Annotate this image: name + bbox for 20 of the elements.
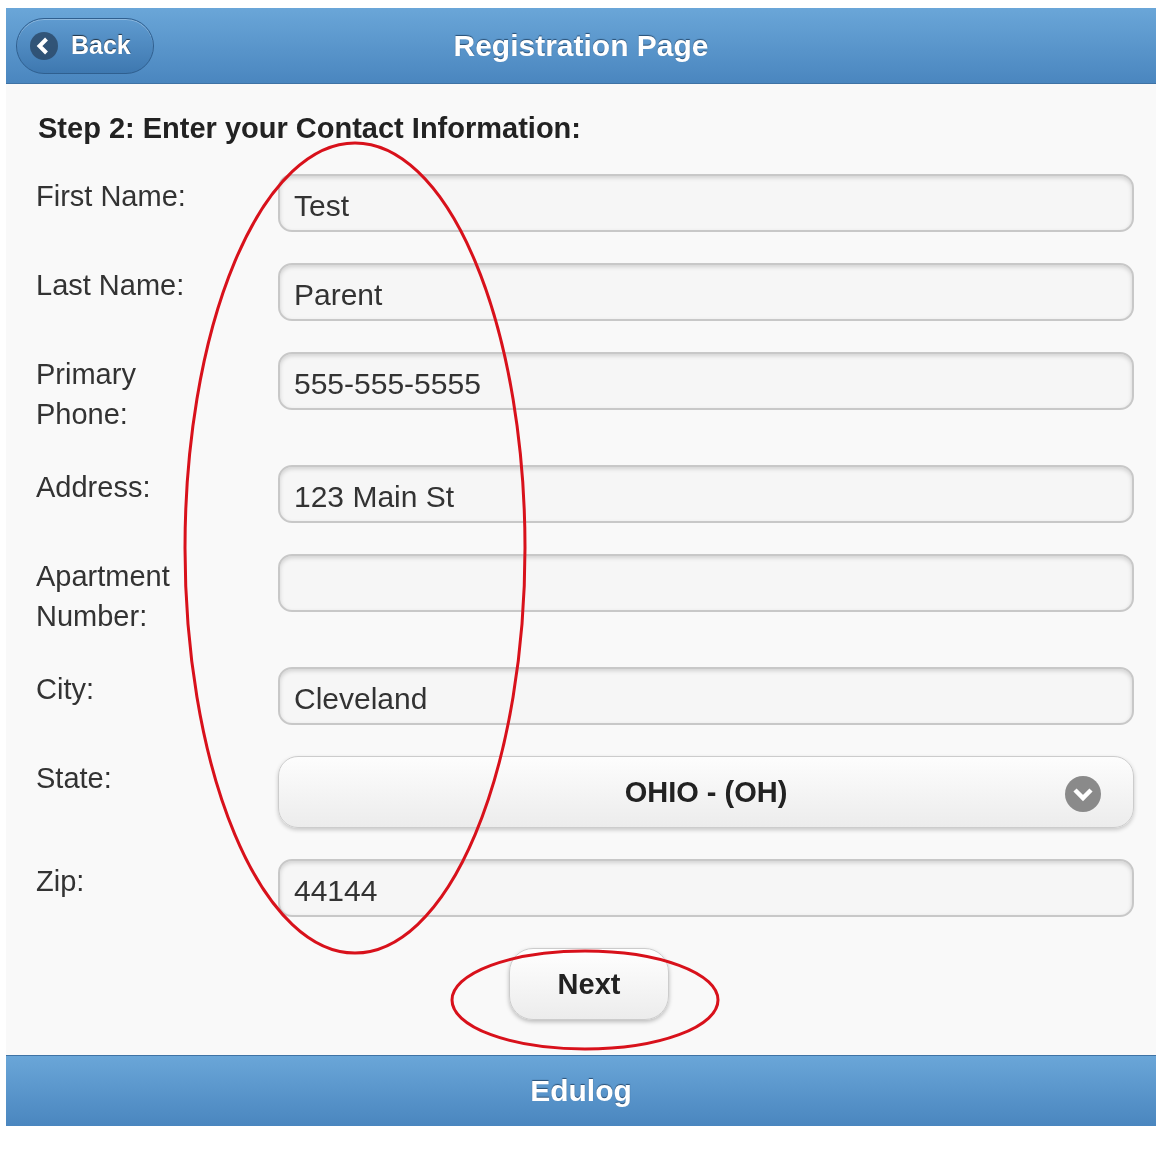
next-button[interactable]: Next <box>509 948 669 1020</box>
field-label: Primary Phone: <box>36 357 137 432</box>
field-label: First Name: <box>36 179 187 214</box>
step-heading: Step 2: Enter your Contact Information: <box>38 111 582 146</box>
field-label: Address: <box>36 470 152 505</box>
text-field[interactable]: Cleveland <box>278 667 1134 725</box>
field-label: Apartment Number: <box>36 559 171 634</box>
back-button[interactable]: Back <box>16 17 154 74</box>
footer-title: Edulog <box>530 1074 632 1108</box>
field-label: City: <box>36 672 95 707</box>
field-label: Last Name: <box>36 268 186 303</box>
field-label: State: <box>36 761 113 796</box>
text-field[interactable]: 555-555-5555 <box>278 352 1134 410</box>
text-field[interactable]: 123 Main St <box>278 465 1134 523</box>
field-label: Zip: <box>36 864 86 899</box>
text-field[interactable]: Test <box>278 174 1134 232</box>
page-title: Registration Page <box>453 28 709 63</box>
state-select[interactable]: OHIO - (OH) <box>278 756 1134 828</box>
text-field[interactable]: 44144 <box>278 859 1134 917</box>
text-field[interactable]: Parent <box>278 263 1134 321</box>
